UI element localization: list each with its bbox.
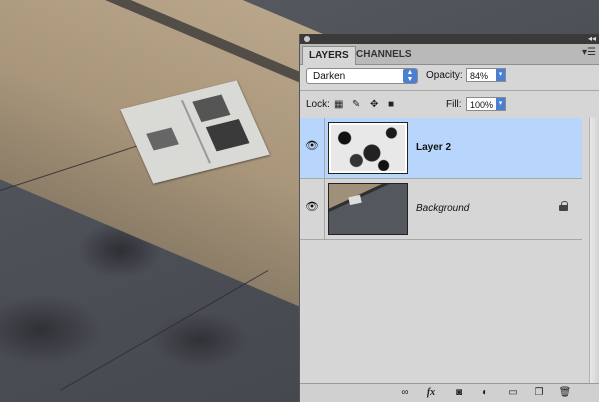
lock-all-icon[interactable]: ■ [388,99,394,110]
folder-icon[interactable]: ▭ [506,387,520,399]
lock-transparent-icon[interactable]: ▦ [334,99,343,110]
blend-mode-value: Darken [313,71,346,82]
tab-channels[interactable]: CHANNELS [350,46,418,64]
close-icon[interactable] [304,36,310,42]
divider [324,118,325,178]
fill-field[interactable]: 100% ▾ [466,97,506,111]
layers-list: 👁 Layer 2 👁 Background [300,118,590,386]
adjustment-icon[interactable]: ◐ [478,387,492,399]
lock-label: Lock: [306,99,330,110]
fill-value: 100% [470,100,494,110]
paper-block [146,127,179,151]
visibility-eye-icon[interactable]: 👁 [304,140,320,152]
layer-thumbnail [328,122,408,174]
visibility-eye-icon[interactable]: 👁 [304,201,320,213]
divider [324,179,325,239]
fx-icon[interactable]: fx [424,387,438,399]
mask-icon[interactable]: ◙ [452,387,466,399]
panel-tabs: LAYERS CHANNELS ▾☰ [300,44,599,65]
paper-block [205,119,250,152]
lock-icon [559,201,568,211]
chevron-updown-icon: ▲ ▼ [403,69,417,83]
paper-block [192,94,231,123]
layer-thumbnail [328,183,408,235]
opacity-field[interactable]: 84% ▾ [466,68,506,82]
layer-row[interactable]: 👁 Background [300,179,582,240]
blend-row: Darken ▲ ▼ Opacity: 84% ▾ [306,68,594,86]
panel-titlebar[interactable]: ◂◂ [300,34,599,44]
lock-row: Lock: ▦ ✎ ✥ ■ Fill: 100% ▾ [306,97,594,113]
panel-menu-icon[interactable]: ▾☰ [582,47,596,58]
layer-row[interactable]: 👁 Layer 2 [300,118,582,179]
lock-move-icon[interactable]: ✥ [370,99,378,110]
new-layer-icon[interactable]: ❐ [532,387,546,399]
layer-name[interactable]: Background [416,203,469,214]
layer-name[interactable]: Layer 2 [416,142,451,153]
opacity-value: 84% [470,71,489,81]
fill-label: Fill: [446,99,462,110]
chevron-down-icon[interactable]: ▾ [496,98,505,110]
tab-layers[interactable]: LAYERS [302,46,356,65]
panel-footer: ∞ fx ◙ ◐ ▭ ❐ 🗑 [300,383,599,402]
scrollbar[interactable] [589,118,599,386]
link-icon[interactable]: ∞ [398,387,412,399]
collapse-icon[interactable]: ◂◂ [588,34,596,44]
trash-icon[interactable]: 🗑 [558,387,572,399]
crack-line [60,270,269,391]
opacity-label: Opacity: [426,70,463,81]
chevron-down-icon[interactable]: ▾ [496,69,505,81]
blend-mode-select[interactable]: Darken ▲ ▼ [306,68,418,84]
layers-panel: ◂◂ LAYERS CHANNELS ▾☰ Darken ▲ ▼ Opacity:… [299,34,599,402]
divider [300,90,599,91]
lock-paint-icon[interactable]: ✎ [352,99,360,110]
